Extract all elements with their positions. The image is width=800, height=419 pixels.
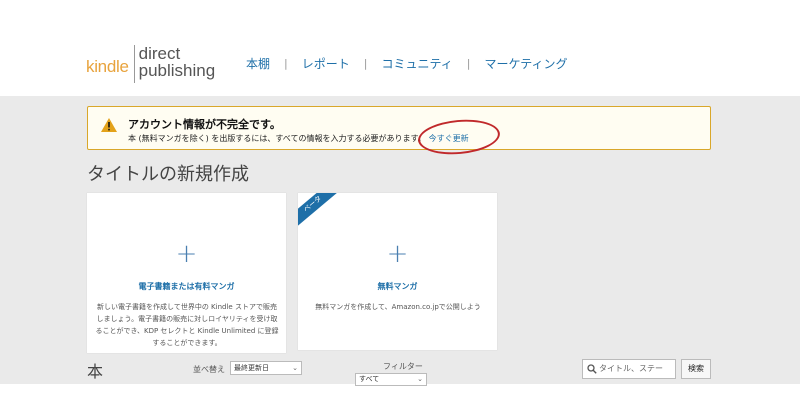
books-heading: 本 xyxy=(87,362,104,381)
nav-separator: | xyxy=(466,57,471,70)
plus-icon: + xyxy=(386,239,409,269)
logo-divider xyxy=(133,45,135,83)
logo-direct-publishing: direct publishing xyxy=(139,45,216,79)
chevron-down-icon: ⌄ xyxy=(417,375,423,383)
bookshelf-area xyxy=(0,384,800,419)
logo-kindle-text: kindle xyxy=(86,57,129,76)
ebook-create-card[interactable]: + 電子書籍または有料マンガ 新しい電子書籍を作成して世界中の Kindle ス… xyxy=(87,193,286,353)
free-manga-create-card[interactable]: ベータ + 無料マンガ 無料マンガを作成して、Amazon.co.jpで公開しよ… xyxy=(298,193,497,350)
account-incomplete-alert: アカウント情報が不完全です。 本 (無料マンガを除く) を出版するには、すべての… xyxy=(87,106,711,150)
filter-select-value: すべて xyxy=(359,375,380,383)
top-nav: 本棚 | レポート | コミュニティ | マーケティング xyxy=(246,55,568,72)
alert-message-text: 本 (無料マンガを除く) を出版するには、すべての情報を入力する必要があります。 xyxy=(128,134,426,143)
page: kindle direct publishing 本棚 | レポート | コミュ… xyxy=(0,0,800,419)
search-button[interactable]: 検索 xyxy=(681,359,711,379)
alert-title: アカウント情報が不完全です。 xyxy=(128,118,281,131)
search-input[interactable]: タイトル、ステー xyxy=(582,359,676,379)
nav-item-bookshelf[interactable]: 本棚 xyxy=(246,55,270,72)
sort-select[interactable]: 最終更新日 ⌄ xyxy=(230,361,302,375)
card-desc-free-manga: 無料マンガを作成して、Amazon.co.jpで公開しよう xyxy=(315,303,481,311)
filter-label: フィルター xyxy=(383,362,423,371)
nav-separator: | xyxy=(363,57,368,70)
search-icon xyxy=(587,364,597,374)
nav-item-community[interactable]: コミュニティ xyxy=(381,55,452,72)
create-new-title-heading: タイトルの新規作成 xyxy=(87,164,249,185)
search-placeholder: タイトル、ステー xyxy=(599,364,663,373)
nav-item-marketing[interactable]: マーケティング xyxy=(484,55,567,72)
nav-item-reports[interactable]: レポート xyxy=(302,55,350,72)
filter-select[interactable]: すべて ⌄ xyxy=(355,373,427,386)
sort-label: 並べ替え xyxy=(193,365,225,374)
kdp-logo[interactable]: kindle direct publishing xyxy=(86,45,215,83)
beta-ribbon: ベータ xyxy=(298,193,341,229)
header: kindle direct publishing 本棚 | レポート | コミュ… xyxy=(0,0,800,96)
logo-line-publishing: publishing xyxy=(138,61,216,80)
card-label-free-manga[interactable]: 無料マンガ xyxy=(298,281,497,292)
card-label-ebook[interactable]: 電子書籍または有料マンガ xyxy=(87,281,286,292)
plus-icon: + xyxy=(175,239,198,269)
nav-separator: | xyxy=(284,57,288,70)
chevron-down-icon: ⌄ xyxy=(292,364,298,372)
card-desc-ebook: 新しい電子書籍を作成して世界中の Kindle ストアで販売しましょう。電子書籍… xyxy=(95,303,279,347)
sort-select-value: 最終更新日 xyxy=(234,364,269,372)
warning-icon xyxy=(101,118,117,132)
